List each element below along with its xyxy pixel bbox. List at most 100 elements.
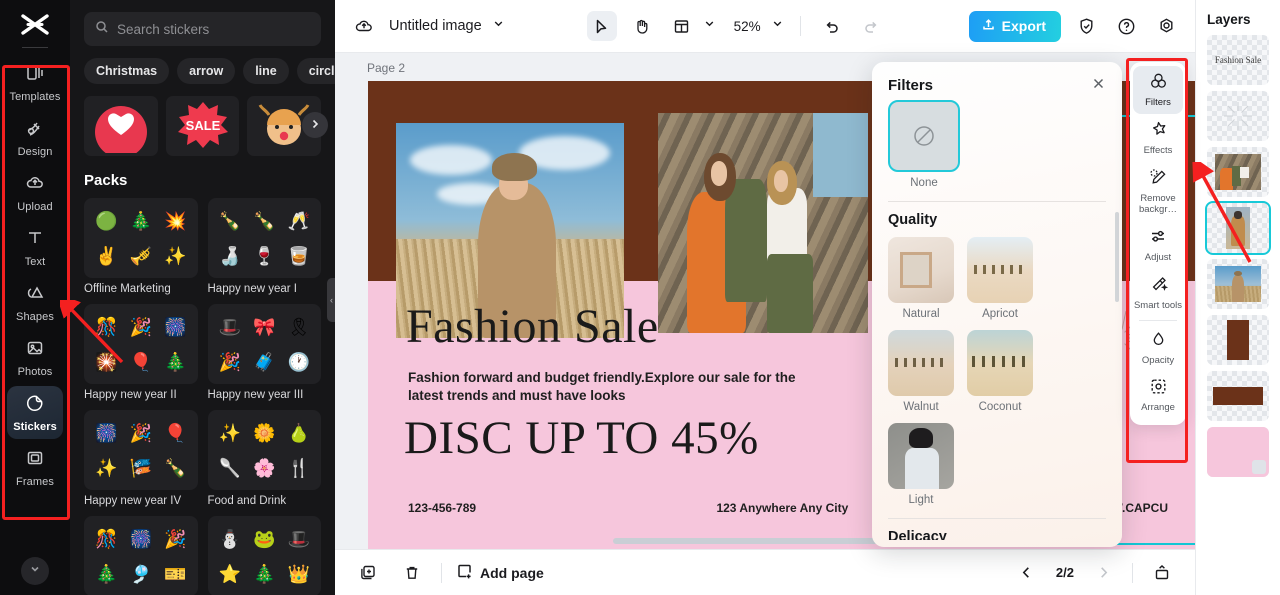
layer-lock-badge[interactable] (1252, 460, 1266, 474)
pack-thumbnail[interactable]: 🟢 🎄 💥 ✌️ 🎺 ✨ (84, 198, 198, 278)
filter-apricot[interactable]: Apricot (967, 237, 1033, 320)
pack-item[interactable]: 🎊 🎆 🎉 🎄 🎐 🎫 (84, 516, 198, 595)
tool-filters[interactable]: Filters (1133, 66, 1183, 114)
layout-caret-icon[interactable] (703, 17, 716, 35)
undo-icon[interactable] (817, 11, 847, 41)
pack-item[interactable]: 🍾 🍾 🥂 🍶 🍷 🥃 Happy new year I (207, 198, 321, 295)
sticker-glyph: 🎉 (164, 528, 187, 549)
zoom-caret-icon[interactable] (771, 17, 784, 35)
filter-preview-image (967, 330, 1033, 396)
present-icon[interactable] (1147, 558, 1177, 588)
sidebar-item-design[interactable]: Design (7, 111, 63, 164)
filter-coconut[interactable]: Coconut (967, 330, 1033, 413)
panel-collapse-handle[interactable]: ‹ (327, 278, 335, 322)
sidebar-item-shapes[interactable]: Shapes (7, 276, 63, 329)
pack-item[interactable]: ⛄ 🐸 🎩 ⭐ 🎄 👑 (207, 516, 321, 595)
tool-adjust[interactable]: Adjust (1133, 221, 1183, 269)
headline-text[interactable]: Fashion Sale (406, 299, 659, 354)
pack-thumbnail[interactable]: 🎩 🎀 🎗 🎉 🧳 🕐 (207, 304, 321, 384)
sidebar-item-photos[interactable]: Photos (7, 331, 63, 384)
tool-smart-tools[interactable]: Smart tools (1133, 269, 1183, 317)
tool-remove-background[interactable]: Remove backgr… (1133, 162, 1183, 221)
subheading-text[interactable]: Fashion forward and budget friendly.Expl… (408, 369, 808, 405)
trash-icon[interactable] (397, 558, 427, 588)
sidebar-item-templates[interactable]: Templates (7, 56, 63, 109)
image-tool-column: Filters Effects Remove backgr… Adjust Sm… (1130, 62, 1186, 426)
search-input[interactable]: Search stickers (84, 12, 321, 46)
rail-collapse-button[interactable] (21, 557, 49, 585)
sidebar-item-label: Text (24, 256, 46, 268)
layer-item-brown-horizontal[interactable] (1207, 371, 1269, 421)
duplicate-page-icon[interactable] (353, 558, 383, 588)
featured-next-button[interactable] (302, 112, 328, 138)
redo-icon[interactable] (857, 11, 887, 41)
tool-opacity[interactable]: Opacity (1133, 324, 1183, 372)
filter-none-item[interactable]: None (888, 100, 1106, 189)
sticker-glyph: 🍐 (287, 422, 310, 443)
chip-arrow[interactable]: arrow (177, 58, 236, 84)
pack-item[interactable]: 🎆 🎉 🎈 ✨ 🎏 🍾 Happy new year IV (84, 410, 198, 507)
layer-item-burst[interactable] (1207, 91, 1269, 141)
layer-item-text[interactable]: Fashion Sale (1207, 35, 1269, 85)
layer-item-photo-woman-field[interactable] (1207, 259, 1269, 309)
filter-preview-image (888, 330, 954, 396)
chip-circle[interactable]: circl (296, 58, 335, 84)
no-filter-icon[interactable] (888, 100, 960, 172)
add-page-button[interactable]: Add page (456, 563, 544, 583)
gear-icon[interactable] (1151, 11, 1181, 41)
filters-body: None Quality Natural Apricot Walnut Coco… (872, 100, 1122, 540)
layer-item-brown-vertical[interactable] (1207, 315, 1269, 365)
app-root: Templates Design Upload Text Shapes Phot… (0, 0, 1280, 595)
layer-item-photo-two-women[interactable] (1207, 147, 1269, 197)
bottom-toolbar: Add page 2/2 (335, 549, 1195, 595)
next-page-button[interactable] (1088, 558, 1118, 588)
tool-arrange[interactable]: Arrange (1133, 371, 1183, 419)
close-icon[interactable] (1091, 76, 1106, 94)
filter-walnut[interactable]: Walnut (888, 330, 954, 413)
layout-icon[interactable] (667, 11, 697, 41)
hand-icon[interactable] (627, 11, 657, 41)
footer-phone: 123-456-789 (408, 501, 477, 515)
shield-check-icon[interactable] (1071, 11, 1101, 41)
pack-thumbnail[interactable]: 🎊 🎉 🎆 🎇 🎈 🎄 (84, 304, 198, 384)
chip-christmas[interactable]: Christmas (84, 58, 170, 84)
heart-sticker[interactable] (84, 96, 158, 156)
filter-natural[interactable]: Natural (888, 237, 954, 320)
cloud-save-icon[interactable] (349, 11, 379, 41)
sidebar-item-frames[interactable]: Frames (7, 441, 63, 494)
discount-text[interactable]: DISC UP TO 45% (404, 411, 759, 465)
pack-item[interactable]: 🎊 🎉 🎆 🎇 🎈 🎄 Happy new year II (84, 304, 198, 401)
sidebar-item-upload[interactable]: Upload (7, 166, 63, 219)
filter-preview-image (967, 237, 1033, 303)
layer-item-photo-woman-coat[interactable] (1205, 201, 1271, 255)
sticker-glyph: 🌸 (253, 457, 276, 478)
cursor-arrow-icon[interactable] (586, 11, 617, 41)
zoom-level[interactable]: 52% (734, 19, 761, 34)
filters-vertical-scrollbar[interactable] (1115, 212, 1119, 302)
filters-divider-2 (888, 518, 1106, 519)
pack-thumbnail[interactable]: ⛄ 🐸 🎩 ⭐ 🎄 👑 (207, 516, 321, 595)
filter-light[interactable]: Light (888, 423, 954, 506)
pack-item[interactable]: 🎩 🎀 🎗 🎉 🧳 🕐 Happy new year III (207, 304, 321, 401)
tool-effects[interactable]: Effects (1133, 114, 1183, 162)
prev-page-button[interactable] (1012, 558, 1042, 588)
pack-item[interactable]: ✨ 🌼 🍐 🥄 🌸 🍴 Food and Drink (207, 410, 321, 507)
pack-thumbnail[interactable]: 🍾 🍾 🥂 🍶 🍷 🥃 (207, 198, 321, 278)
layer-item-pink-background[interactable] (1207, 427, 1269, 477)
photo-olive-shirt (725, 179, 768, 303)
pack-thumbnail[interactable]: 🎊 🎆 🎉 🎄 🎐 🎫 (84, 516, 198, 595)
document-title[interactable]: Untitled image (389, 18, 482, 34)
photo-two-women[interactable] (658, 113, 868, 333)
sidebar-item-text[interactable]: Text (7, 221, 63, 274)
canvas-horizontal-scrollbar[interactable] (613, 538, 913, 544)
sidebar-item-stickers[interactable]: Stickers (7, 386, 63, 439)
smart-tools-wand-icon (1149, 275, 1168, 299)
chevron-down-icon[interactable] (492, 17, 505, 35)
pack-thumbnail[interactable]: ✨ 🌼 🍐 🥄 🌸 🍴 (207, 410, 321, 490)
pack-thumbnail[interactable]: 🎆 🎉 🎈 ✨ 🎏 🍾 (84, 410, 198, 490)
pack-item[interactable]: 🟢 🎄 💥 ✌️ 🎺 ✨ Offline Marketing (84, 198, 198, 295)
question-circle-icon[interactable] (1111, 11, 1141, 41)
sale-badge-sticker[interactable]: SALE (165, 96, 240, 156)
chip-line[interactable]: line (243, 58, 289, 84)
export-button[interactable]: Export (968, 10, 1061, 42)
